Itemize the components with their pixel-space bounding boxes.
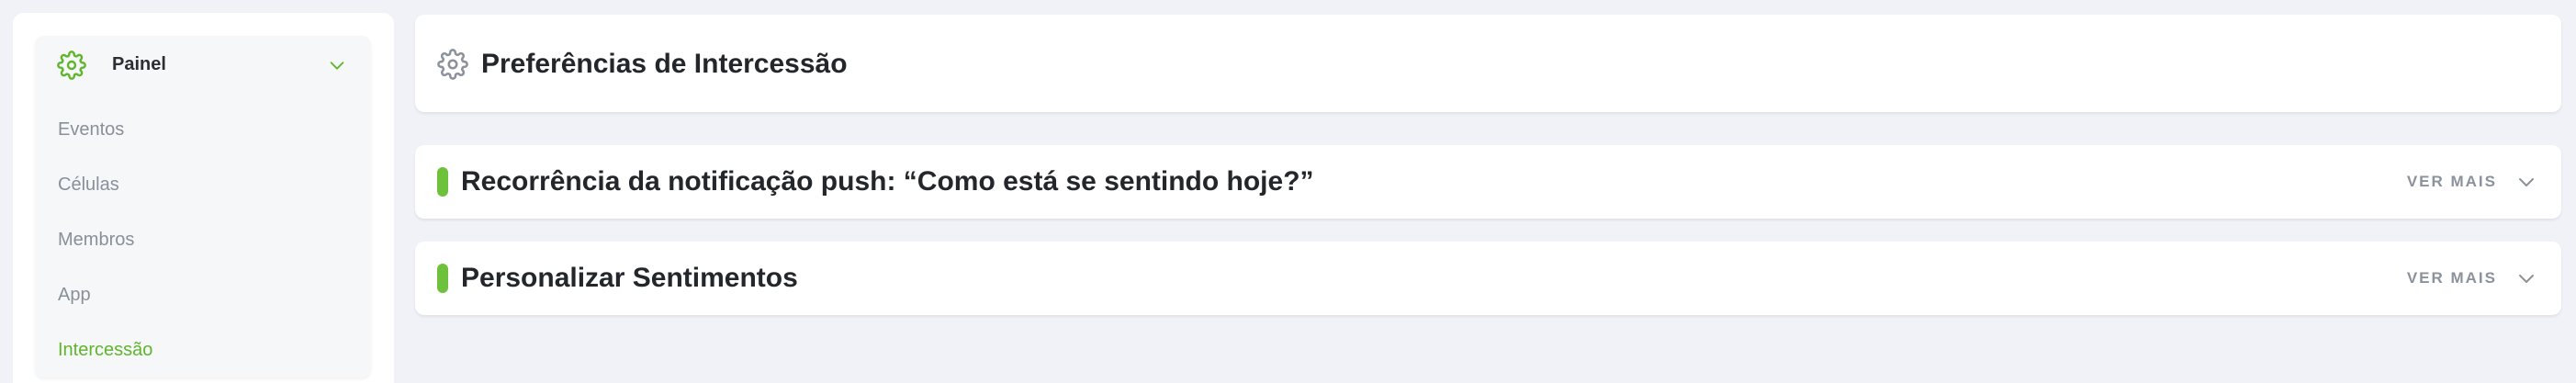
- chevron-down-icon[interactable]: [2515, 267, 2537, 289]
- sidebar-menu: Painel Eventos Células Membros App Inter…: [35, 36, 371, 377]
- sidebar: Painel Eventos Células Membros App Inter…: [13, 13, 394, 383]
- chevron-down-icon[interactable]: [327, 55, 347, 75]
- sidebar-item-celulas[interactable]: Células: [58, 172, 119, 197]
- sidebar-item-eventos[interactable]: Eventos: [58, 117, 124, 142]
- section-customize-feelings[interactable]: Personalizar Sentimentos VER MAIS: [415, 242, 2561, 315]
- section-title: Recorrência da notificação push: “Como e…: [461, 166, 1314, 197]
- sidebar-item-app[interactable]: App: [58, 282, 91, 308]
- gear-icon: [437, 49, 468, 80]
- see-more-button[interactable]: VER MAIS: [2407, 268, 2497, 288]
- section-accent-bar: [437, 264, 448, 293]
- section-accent-bar: [437, 167, 448, 197]
- gear-icon: [57, 51, 86, 80]
- sidebar-item-intercessao[interactable]: Intercessão: [58, 337, 152, 363]
- chevron-down-icon[interactable]: [2515, 171, 2537, 193]
- section-title: Personalizar Sentimentos: [461, 263, 798, 293]
- page-header: Preferências de Intercessão: [415, 15, 2561, 112]
- sidebar-group-painel[interactable]: Painel: [35, 36, 371, 91]
- sidebar-group-label: Painel: [112, 54, 166, 74]
- page-title: Preferências de Intercessão: [481, 49, 848, 79]
- sidebar-item-membros[interactable]: Membros: [58, 227, 134, 253]
- see-more-button[interactable]: VER MAIS: [2407, 172, 2497, 192]
- app-root: Painel Eventos Células Membros App Inter…: [0, 0, 2576, 383]
- section-push-recurrence[interactable]: Recorrência da notificação push: “Como e…: [415, 145, 2561, 219]
